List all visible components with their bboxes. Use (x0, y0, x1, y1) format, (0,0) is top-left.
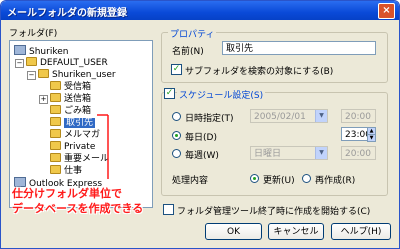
schedule-caption: スケジュール設定(S) (177, 88, 266, 101)
once-date-dropdown[interactable]: 2005/02/01 ▼ (250, 109, 328, 123)
daily-label: 毎日(D) (185, 133, 217, 143)
start-on-exit-label: フォルダ管理ツール終了時に作成を開始する(C) (177, 207, 371, 217)
dialog-window: メールフォルダの新規登録 × フォルダ(F) Shuriken − DEFAUL… (0, 0, 400, 249)
once-time-input[interactable]: 20:00 (341, 109, 376, 123)
dropdown-arrow-icon: ▼ (315, 147, 327, 159)
weekly-day-dropdown[interactable]: 日曜日 ▼ (250, 146, 328, 160)
schedule-checkbox[interactable]: ✓ (164, 88, 175, 99)
recreate-label: 再作成(R) (315, 176, 356, 186)
ok-button[interactable]: OK (205, 223, 262, 240)
recreate-radio[interactable] (302, 174, 311, 183)
time-spinner[interactable]: ▲ ▼ (367, 127, 376, 142)
update-radio[interactable] (250, 174, 259, 183)
start-on-exit-checkbox[interactable] (163, 204, 174, 215)
once-label: 日時指定(T) (185, 114, 234, 124)
name-input[interactable]: 取引先 (222, 41, 376, 55)
once-radio[interactable] (172, 112, 181, 121)
properties-caption: プロパティ (168, 27, 217, 40)
weekly-radio[interactable] (172, 149, 181, 158)
weekly-time-input[interactable]: 20:00 (341, 146, 376, 160)
spin-up-icon[interactable]: ▲ (367, 127, 376, 135)
process-label: 処理内容 (172, 176, 209, 186)
name-label: 名前(N) (172, 47, 204, 57)
weekly-label: 毎週(W) (185, 151, 219, 161)
help-button[interactable]: ヘルプ(H) (331, 223, 391, 240)
annotation-line-1: 仕分けフォルダ単位で (12, 187, 122, 200)
annotation-line-2: データベースを作成できる (12, 202, 144, 215)
cancel-button[interactable]: キャンセル (268, 223, 324, 240)
dropdown-arrow-icon: ▼ (315, 110, 327, 122)
subfolder-checkbox-label: サブフォルダを検索の対象にする(B) (185, 67, 334, 77)
spin-down-icon[interactable]: ▼ (367, 135, 376, 142)
update-label: 更新(U) (263, 176, 295, 186)
subfolder-checkbox[interactable]: ✓ (171, 64, 182, 75)
daily-radio[interactable] (172, 131, 181, 140)
